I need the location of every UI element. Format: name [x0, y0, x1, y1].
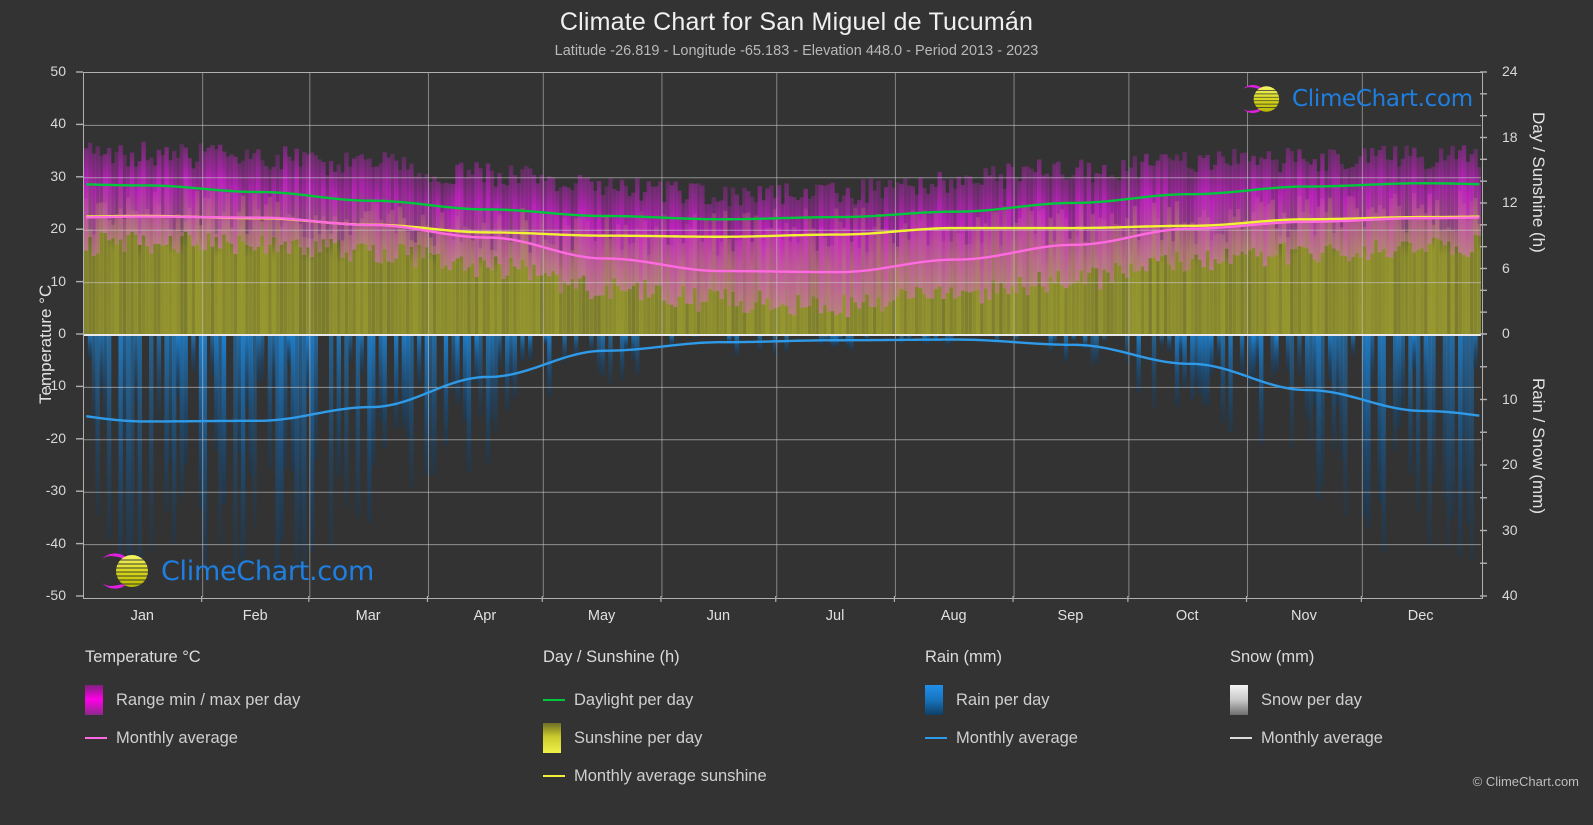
right-axis-bottom-tick: 20 — [1502, 456, 1518, 472]
left-axis-tick: -30 — [45, 482, 66, 499]
legend-group-title: Rain (mm) — [925, 648, 1002, 666]
legend-item-label: Monthly average sunshine — [574, 766, 767, 785]
legend-line-icon — [85, 737, 107, 739]
legend-item-label: Snow per day — [1261, 690, 1362, 709]
page-subtitle: Latitude -26.819 - Longitude -65.183 - E… — [554, 43, 1039, 59]
x-axis-tick-aug: Aug — [940, 608, 967, 624]
right-axis-top-tick: 12 — [1502, 194, 1518, 210]
legend-line-icon — [1230, 737, 1252, 739]
legend-group-snow-mm: Snow (mm) Snow per day Monthly average — [1230, 648, 1383, 757]
legend-item-label: Range min / max per day — [116, 690, 301, 709]
legend-item[interactable]: Daylight per day — [543, 681, 767, 719]
watermark-logo-top: ClimeChart.com — [1234, 82, 1473, 116]
legend-item[interactable]: Sunshine per day — [543, 719, 767, 757]
legend-swatch-icon — [543, 723, 561, 753]
legend-swatch-icon — [1230, 685, 1248, 715]
x-axis-tick-feb: Feb — [242, 608, 268, 624]
legend-item-label: Monthly average — [1261, 728, 1383, 747]
left-axis-tick: -50 — [45, 587, 66, 603]
left-axis-tick: -10 — [45, 377, 66, 394]
legend-group-title: Temperature °C — [85, 648, 201, 666]
legend-item[interactable]: Rain per day — [925, 681, 1078, 719]
left-axis-tick: 10 — [50, 272, 66, 289]
legend-item-label: Sunshine per day — [574, 728, 703, 747]
legend-item[interactable]: Monthly average — [925, 719, 1078, 757]
legend-group-title: Day / Sunshine (h) — [543, 648, 680, 666]
x-axis-tick-jan: Jan — [130, 608, 154, 624]
legend-item[interactable]: Range min / max per day — [85, 681, 300, 719]
left-axis-tick: 50 — [50, 63, 66, 79]
watermark-text: ClimeChart.com — [161, 555, 375, 587]
legend-item-label: Daylight per day — [574, 690, 694, 709]
right-axis-top-tick: 24 — [1502, 63, 1518, 79]
legend-item-label: Monthly average — [116, 728, 238, 747]
legend-item-label: Rain per day — [956, 690, 1050, 709]
x-axis-tick-apr: Apr — [473, 608, 497, 624]
right-axis-top-tick: 0 — [1502, 325, 1510, 341]
left-axis-tick: 30 — [50, 167, 66, 184]
legend-group-day-sunshine-h: Day / Sunshine (h) Daylight per day Sunshi… — [543, 648, 767, 795]
right-axis-bottom-tick: 40 — [1502, 587, 1518, 603]
left-axis-tick: -40 — [45, 534, 66, 551]
climate-chart-plot-area — [83, 72, 1483, 599]
x-axis-tick-jul: Jul — [825, 608, 845, 624]
left-axis-tick: 20 — [50, 220, 66, 237]
copyright-notice: © ClimeChart.com — [1472, 774, 1579, 789]
right-axis-bottom-tick: 10 — [1502, 390, 1518, 407]
left-axis-tick: -20 — [45, 429, 66, 446]
legend-group-title: Snow (mm) — [1230, 648, 1315, 666]
x-axis-tick-sep: Sep — [1057, 608, 1084, 624]
right-axis-bottom-tick: 30 — [1502, 521, 1518, 538]
chart-legend: Temperature °C Range min / max per day Mon… — [0, 648, 1593, 818]
legend-item[interactable]: Monthly average — [85, 719, 300, 757]
legend-item[interactable]: Monthly average — [1230, 719, 1383, 757]
x-axis-tick-oct: Oct — [1175, 608, 1199, 624]
legend-item-label: Monthly average — [956, 728, 1078, 747]
watermark-logo-bottom: ClimeChart.com — [93, 551, 374, 591]
legend-line-icon — [543, 775, 565, 777]
right-axis-top-tick: 6 — [1502, 259, 1510, 276]
watermark-text: ClimeChart.com — [1292, 86, 1473, 112]
legend-line-icon — [543, 699, 565, 701]
chart-canvas — [84, 73, 1481, 597]
page-title: Climate Chart for San Miguel de Tucumán — [559, 8, 1034, 36]
left-axis-tick: 40 — [50, 115, 66, 132]
legend-swatch-icon — [925, 685, 943, 715]
x-axis-tick-mar: Mar — [355, 608, 381, 624]
x-axis-tick-dec: Dec — [1407, 608, 1434, 624]
climechart-logo-icon — [1237, 84, 1280, 114]
legend-group-rain-mm: Rain (mm) Rain per day Monthly average — [925, 648, 1078, 757]
legend-line-icon — [925, 737, 947, 739]
x-axis-tick-may: May — [587, 608, 616, 624]
legend-item[interactable]: Snow per day — [1230, 681, 1383, 719]
x-axis-tick-nov: Nov — [1291, 608, 1317, 624]
right-axis-top-tick: 18 — [1502, 128, 1518, 145]
x-axis-tick-jun: Jun — [706, 608, 731, 624]
legend-group-temperature-c: Temperature °C Range min / max per day Mon… — [85, 648, 300, 757]
legend-swatch-icon — [85, 685, 103, 715]
legend-item[interactable]: Monthly average sunshine — [543, 757, 767, 795]
climechart-logo-icon — [96, 553, 149, 589]
left-axis-tick: 0 — [58, 325, 66, 341]
